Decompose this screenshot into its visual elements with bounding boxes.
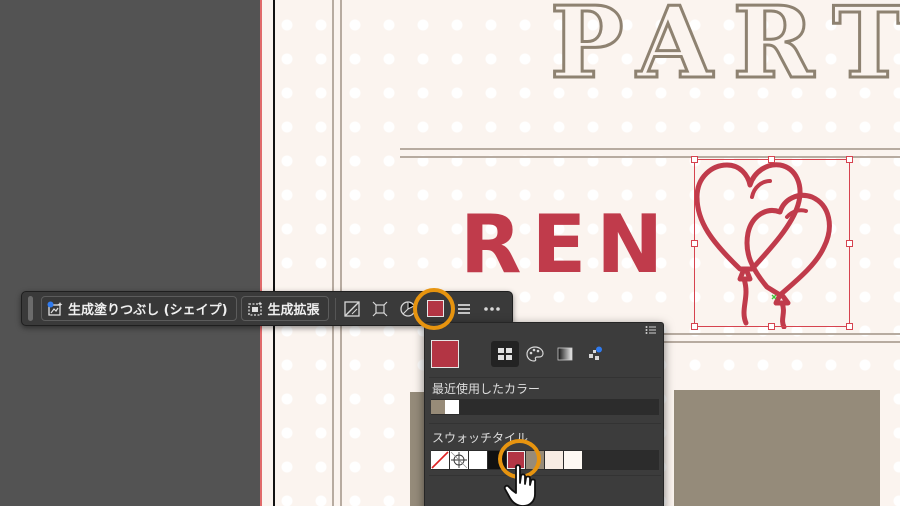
current-color-chip[interactable]: [431, 340, 459, 368]
selection-handle-br[interactable]: [846, 323, 853, 330]
selection-handle-bc[interactable]: [768, 323, 775, 330]
frame-line-left-inner: [340, 0, 342, 506]
selection-handle-tc[interactable]: [768, 156, 775, 163]
recent-swatch-white[interactable]: [445, 400, 459, 414]
recent-swatch-taupe[interactable]: [431, 400, 445, 414]
panel-divider: [429, 423, 661, 424]
more-dots-icon: [483, 306, 500, 311]
swatch-cream[interactable]: [545, 451, 563, 469]
generative-fill-shape-button[interactable]: 生成塗りつぶし (シェイプ): [41, 296, 237, 321]
pattern-icon: [589, 346, 602, 360]
swatches-grid-icon: [498, 348, 512, 360]
ren-text[interactable]: REN: [460, 198, 673, 291]
swatch-registration[interactable]: [450, 451, 468, 469]
selection-bounding-box[interactable]: [694, 159, 850, 327]
selection-handle-bl[interactable]: [691, 323, 698, 330]
frame-line-left-outer: [332, 0, 334, 506]
tab-color-picker[interactable]: [521, 341, 549, 367]
tab-swatches[interactable]: [491, 341, 519, 367]
hand-pointer-cursor-icon: [503, 464, 536, 506]
selection-handle-mr[interactable]: [846, 240, 853, 247]
mask-image-icon: [343, 300, 360, 317]
taskbar-drag-handle[interactable]: [28, 296, 33, 321]
transform-button[interactable]: [366, 295, 394, 323]
selection-handle-tr[interactable]: [846, 156, 853, 163]
more-options-button[interactable]: [478, 295, 506, 323]
generative-fill-icon: [47, 301, 63, 317]
generative-expand-button[interactable]: 生成拡張: [240, 296, 329, 321]
registration-mark-icon: [450, 451, 468, 469]
gradient-icon: [557, 347, 573, 361]
frame-line-top: [400, 148, 900, 150]
hamburger-icon: [457, 303, 470, 314]
tab-pattern[interactable]: [581, 341, 609, 367]
swatch-ivory[interactable]: [564, 451, 582, 469]
party-title[interactable]: PART: [548, 0, 900, 103]
bleed-guide: [260, 0, 262, 506]
tab-gradient[interactable]: [551, 341, 579, 367]
color-mode-tabs: [491, 341, 609, 367]
swatch-white[interactable]: [469, 451, 487, 469]
generative-fill-label: 生成塗りつぶし (シェイプ): [68, 303, 228, 318]
selection-handle-ml[interactable]: [691, 240, 698, 247]
taskbar-separator: [334, 297, 336, 320]
panel-divider: [429, 475, 661, 476]
generative-expand-label: 生成拡張: [267, 303, 320, 318]
recent-colors-label: 最近使用したカラー: [432, 382, 541, 396]
highlight-ring-fill-button: [413, 288, 455, 330]
selection-handle-tl[interactable]: [691, 156, 698, 163]
generative-expand-icon: [247, 301, 263, 317]
panel-divider: [429, 377, 661, 378]
artboard-edge: [273, 0, 275, 506]
transform-icon: [372, 301, 387, 316]
panel-menu-icon[interactable]: [645, 325, 657, 338]
recolor-artwork-button[interactable]: [338, 295, 366, 323]
swatch-none[interactable]: [431, 451, 449, 469]
palette-icon: [526, 346, 544, 362]
pasteboard: [0, 0, 260, 506]
swatch-tiles-row: [431, 450, 659, 470]
taupe-block-right[interactable]: [674, 390, 880, 506]
recent-colors-row: [431, 399, 659, 415]
swatch-popover-panel: 最近使用したカラー スウォッチタイル: [424, 322, 664, 506]
